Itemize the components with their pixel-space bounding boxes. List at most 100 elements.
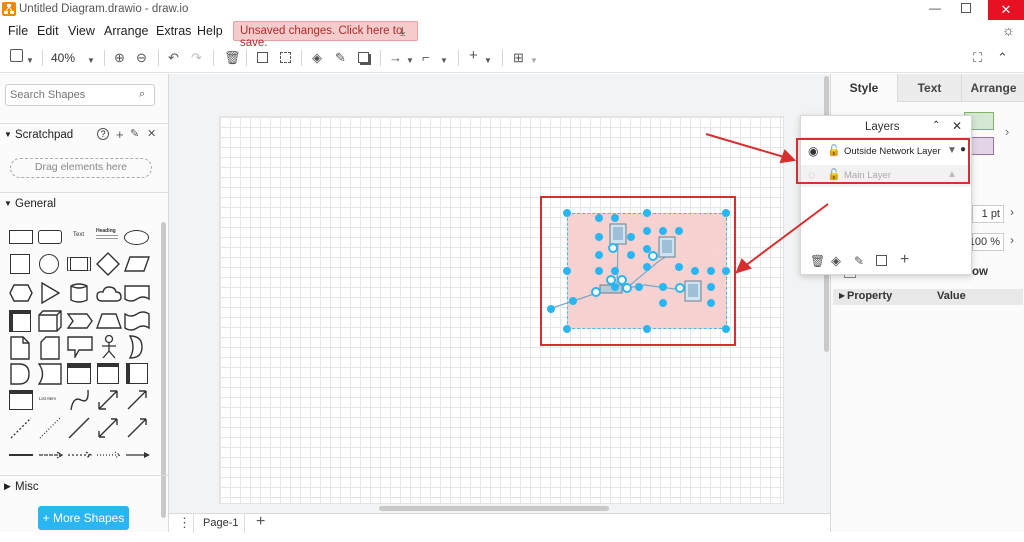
bidirectional-connector-shape[interactable] [96,416,120,440]
delay-shape[interactable] [10,363,30,385]
delete-layer-icon[interactable]: 🗑 [810,254,825,268]
dotted-arrow-shape[interactable] [96,451,122,459]
search-input[interactable] [10,87,130,103]
collapse-dialog-icon[interactable]: ⌃ [932,120,940,131]
dashed-line-shape[interactable] [9,416,33,440]
opacity-spinner-icon[interactable]: › [1010,233,1014,247]
container-shape[interactable] [67,363,91,384]
curve-shape[interactable] [69,388,91,412]
thick-line-shape[interactable] [9,454,33,456]
callout-shape[interactable] [67,336,93,358]
step-shape[interactable] [67,313,93,329]
scratchpad-drop-zone[interactable]: Drag elements here [10,158,152,178]
ellipse-shape[interactable] [124,230,149,245]
list-shape[interactable] [9,390,33,410]
menu-extras[interactable]: Extras [156,24,191,38]
internal-storage-shape[interactable] [9,310,31,332]
undo-icon[interactable]: ↶ [168,51,179,65]
directional-connector-shape[interactable] [125,416,149,440]
menu-arrange[interactable]: Arrange [104,24,148,38]
or-shape[interactable] [128,335,144,359]
tab-arrange[interactable]: Arrange [961,74,1024,102]
unsaved-changes-button[interactable]: Unsaved changes. Click here to save. ⤓ [233,21,418,49]
trapezoid-shape[interactable] [96,313,122,329]
note-shape[interactable] [10,336,30,360]
cube-shape[interactable] [38,310,62,332]
card-shape[interactable] [40,336,60,360]
arrow-shape[interactable] [125,388,149,412]
table-icon[interactable]: ⊞ [513,51,524,65]
collapse-icon[interactable]: ⌃ [997,51,1008,65]
insert-plus-icon[interactable]: + [469,48,478,63]
circle-shape[interactable] [39,254,59,274]
minimize-icon[interactable]: — [929,1,941,15]
waypoint-dropdown-icon[interactable]: ▼ [440,54,448,68]
to-back-icon[interactable] [280,52,291,63]
dashed-arrow-shape[interactable] [67,451,93,459]
actor-shape[interactable] [100,335,118,359]
list-item-shape[interactable]: List Item [39,396,56,401]
redo-icon[interactable]: ↷ [191,51,202,65]
general-header[interactable]: ▼ General [0,192,168,214]
restore-icon[interactable] [961,3,971,13]
zoom-value[interactable]: 40% [51,51,75,65]
shadow-icon[interactable] [358,52,369,63]
help-icon[interactable]: ? [97,128,109,140]
text-shape[interactable]: Text [73,232,84,238]
fill-color-icon[interactable]: ◈ [312,51,322,65]
close-icon[interactable]: ✕ [147,127,156,140]
rename-layer-icon[interactable]: ✎ [854,254,864,268]
cylinder-shape[interactable] [70,282,88,304]
expand-properties-icon[interactable]: ▶ [839,291,845,300]
link-arrow-shape[interactable] [38,451,64,459]
misc-header[interactable]: ▶ Misc [0,475,168,497]
add-layer-icon[interactable]: + [900,251,909,269]
close-window-button[interactable]: ✕ [988,0,1024,20]
menu-view[interactable]: View [68,24,95,38]
zoom-out-icon[interactable]: ⊖ [136,51,147,65]
close-dialog-icon[interactable]: ✕ [952,119,962,133]
zoom-in-icon[interactable]: ⊕ [114,51,125,65]
sidebar-scrollbar[interactable] [161,222,166,518]
menu-file[interactable]: File [8,24,28,38]
format-panel-toggle-icon[interactable] [10,49,23,62]
more-shapes-button[interactable]: + More Shapes [38,506,129,530]
to-front-icon[interactable] [257,52,268,63]
bidirectional-arrow-shape[interactable] [96,388,120,412]
display-shape[interactable] [38,363,62,385]
search-shapes-box[interactable]: ⌕ [5,84,155,106]
add-icon[interactable]: + [116,127,124,142]
menu-help[interactable]: Help [197,24,223,38]
add-page-icon[interactable]: + [256,513,265,531]
fullscreen-icon[interactable]: ⛶ [973,51,982,65]
delete-icon[interactable]: 🗑 [224,51,241,65]
vertical-container-shape[interactable] [126,363,148,384]
block-arrow-shape[interactable] [125,451,151,459]
line-width-input[interactable]: 1 pt [972,205,1004,223]
duplicate-layer-icon[interactable] [876,255,887,266]
page-tab[interactable]: Page-1 [193,514,245,533]
layers-title-bar[interactable]: Layers ⌃ ✕ [801,116,971,138]
canvas-horizontal-scrollbar[interactable] [379,506,609,511]
next-styles-icon[interactable]: › [1005,124,1009,139]
line-shape[interactable] [67,416,91,440]
process-shape[interactable] [67,257,91,271]
swimlane-shape[interactable] [97,363,119,384]
tab-style[interactable]: Style [831,74,897,102]
pages-menu-icon[interactable]: ⋮ [178,515,191,531]
chevron-down-icon[interactable]: ▼ [26,54,34,68]
scratchpad-header[interactable]: ▼ Scratchpad ? + ✎ ✕ [0,123,168,145]
square-shape[interactable] [10,254,30,274]
dotted-line-shape[interactable] [38,416,62,440]
theme-sun-icon[interactable]: ☼ [1002,22,1015,38]
edit-icon[interactable]: ✎ [130,127,139,140]
triangle-shape[interactable] [40,282,60,304]
parallelogram-shape[interactable] [124,256,150,272]
connection-arrow-icon[interactable]: → [389,51,402,65]
heading-textbox-shape[interactable]: Heading [96,228,120,244]
menu-edit[interactable]: Edit [37,24,59,38]
line-color-icon[interactable]: ✎ [335,51,346,65]
diamond-shape[interactable] [96,252,120,276]
search-icon[interactable]: ⌕ [139,88,145,101]
hexagon-shape[interactable] [9,284,33,302]
